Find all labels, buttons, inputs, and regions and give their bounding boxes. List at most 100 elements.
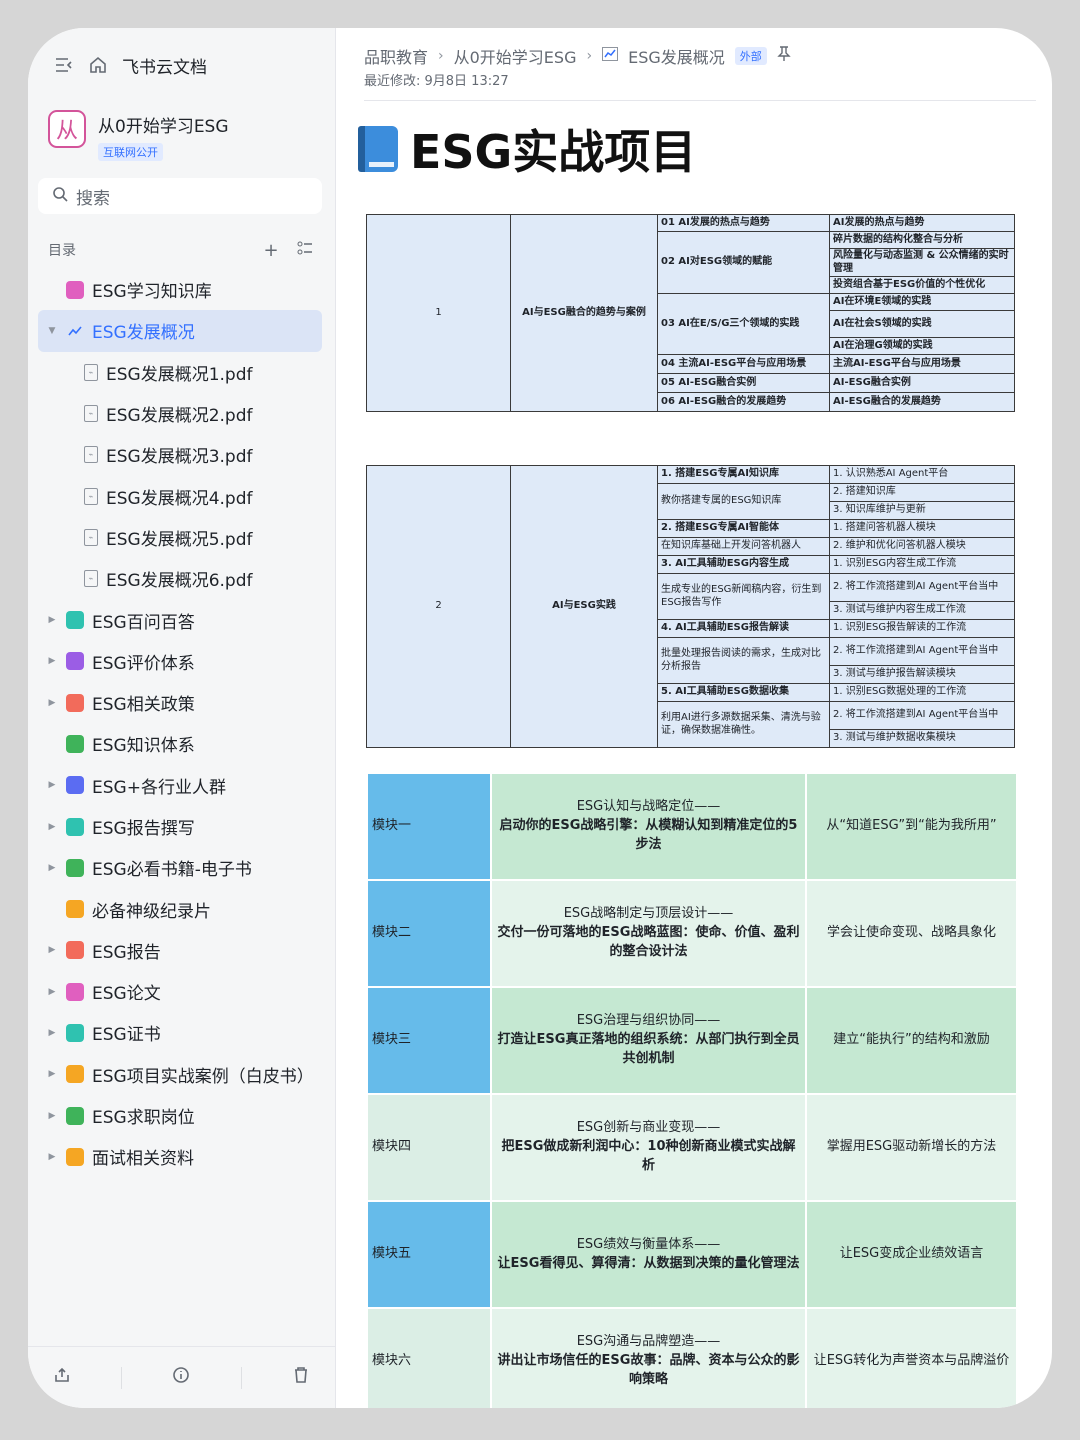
sidebar-item[interactable]: ▶ ESG百问百答	[38, 599, 322, 640]
module-name: 模块二	[366, 879, 492, 988]
topic-cell: AI-ESG融合实例	[829, 373, 1015, 393]
home-icon[interactable]	[88, 55, 108, 75]
doc-icon	[66, 776, 84, 795]
breadcrumb-current[interactable]: ESG发展概况	[628, 44, 725, 68]
chevron-right-icon[interactable]: ▶	[44, 1111, 60, 1121]
sidebar-item[interactable]: ▶ ESG项目实战案例（白皮书）	[38, 1054, 322, 1095]
sidebar-item-label: ESG发展概况	[92, 323, 195, 344]
sidebar-item-label: ESG发展概况5.pdf	[106, 529, 253, 550]
pdf-file-item[interactable]: ⌁ ESG发展概况2.pdf	[38, 393, 322, 434]
sidebar-item[interactable]: ▶ ESG证书	[38, 1012, 322, 1053]
topic-cell: 主流AI-ESG平台与应用场景	[829, 354, 1015, 374]
task-desc: 教你搭建专属的ESG知识库	[657, 483, 830, 520]
module-content: ESG创新与商业变现—— 把ESG做成新利润中心：10种创新商业模式实战解析	[490, 1093, 807, 1202]
task-desc: 在知识库基础上开发问答机器人	[657, 537, 830, 556]
chevron-right-icon[interactable]: ▶	[44, 863, 60, 873]
chevron-right-icon: ›	[438, 48, 444, 64]
chevron-right-icon[interactable]: ▶	[44, 698, 60, 708]
modules-table: 模块一 ESG认知与战略定位—— 启动你的ESG战略引擎：从模糊认知到精准定位的5步…	[366, 772, 1018, 1408]
module-name: 模块三	[366, 986, 492, 1095]
trash-icon[interactable]	[292, 1366, 310, 1389]
ai-esg-practice-table: 2 AI与ESG实践 1. 搭建ESG专属AI知识库 1. 认识熟悉AI Agent平…	[366, 465, 1015, 748]
chevron-right-icon[interactable]: ▶	[44, 780, 60, 790]
step-cell: 1. 识别ESG数据处理的工作流	[829, 683, 1015, 702]
module-goal: 建立“能执行”的结构和激励	[805, 986, 1018, 1095]
pdf-file-item[interactable]: ⌁ ESG发展概况6.pdf	[38, 558, 322, 599]
info-icon[interactable]	[172, 1366, 190, 1389]
module-name: 模块六	[366, 1307, 492, 1408]
module-content: ESG认知与战略定位—— 启动你的ESG战略引擎：从模糊认知到精准定位的5步法	[490, 772, 807, 881]
toc-header: 目录 +	[48, 238, 315, 262]
step-cell: 2. 维护和优化问答机器人模块	[829, 537, 1015, 556]
breadcrumb-item[interactable]: 品职教育	[364, 44, 428, 68]
sidebar-item[interactable]: 必备神级纪录片	[38, 888, 322, 929]
pin-icon[interactable]	[777, 46, 791, 66]
module-row: 模块二 ESG战略制定与顶层设计—— 交付一份可落地的ESG战略蓝图：使命、价值、盈…	[366, 879, 1018, 988]
module-headline: 交付一份可落地的ESG战略蓝图：使命、价值、盈利的整合设计法	[497, 925, 800, 959]
chevron-down-icon[interactable]: ▼	[44, 326, 60, 336]
pdf-file-item[interactable]: ⌁ ESG发展概况5.pdf	[38, 517, 322, 558]
sidebar-item[interactable]: ▶ ESG报告撰写	[38, 806, 322, 847]
sidebar-item-label: ESG项目实战案例（白皮书）	[92, 1066, 314, 1087]
module-row: 模块五 ESG绩效与衡量体系—— 让ESG看得见、算得清：从数据到决策的量化管理法让…	[366, 1200, 1018, 1309]
pdf-file-item[interactable]: ⌁ ESG发展概况1.pdf	[38, 352, 322, 393]
doc-icon	[66, 1023, 84, 1042]
sidebar-item[interactable]: ▶ 面试相关资料	[38, 1136, 322, 1177]
pdf-icon: ⌁	[84, 405, 98, 423]
workspace[interactable]: 从 从0开始学习ESG 互联网公开	[48, 110, 229, 161]
sidebar-item[interactable]: ESG学习知识库	[38, 269, 322, 310]
sidebar-item[interactable]: ▼ ESG发展概况	[38, 310, 322, 352]
search-input[interactable]: 搜索	[76, 184, 110, 209]
pdf-file-item[interactable]: ⌁ ESG发展概况4.pdf	[38, 475, 322, 516]
app-window: 飞书云文档 从 从0开始学习ESG 互联网公开 搜索 目录 + ESG学习知识库…	[28, 28, 1052, 1408]
sidebar-item[interactable]: ▶ ESG+各行业人群	[38, 765, 322, 806]
step-cell: 1. 搭建问答机器人模块	[829, 519, 1015, 538]
sidebar-item[interactable]: ▶ ESG报告	[38, 930, 322, 971]
chevron-right-icon[interactable]: ▶	[44, 945, 60, 955]
sidebar-item[interactable]: ▶ ESG论文	[38, 971, 322, 1012]
chapter-cell: 01 AI发展的热点与趋势	[657, 214, 830, 232]
chevron-right-icon[interactable]: ▶	[44, 615, 60, 625]
chevron-right-icon[interactable]: ▶	[44, 822, 60, 832]
sidebar-item[interactable]: ▶ ESG评价体系	[38, 641, 322, 682]
brand-name[interactable]: 飞书云文档	[122, 53, 207, 78]
doc-icon	[66, 982, 84, 1001]
pdf-icon: ⌁	[84, 570, 98, 588]
collapse-sidebar-icon[interactable]	[54, 55, 74, 75]
task-desc: 生成专业的ESG新闻稿内容，衍生到ESG报告写作	[657, 573, 830, 620]
sidebar-item[interactable]: ▶ ESG相关政策	[38, 682, 322, 723]
pdf-icon: ⌁	[84, 528, 98, 546]
step-cell: 3. 测试与维护内容生成工作流	[829, 601, 1015, 620]
search-box[interactable]: 搜索	[38, 178, 322, 214]
last-modified: 最近修改: 9月8日 13:27	[364, 74, 509, 89]
list-settings-icon[interactable]	[295, 240, 315, 261]
page-title: ESG实战项目	[410, 125, 697, 179]
task-title: 2. 搭建ESG专属AI智能体	[657, 519, 830, 538]
chevron-right-icon[interactable]: ▶	[44, 1152, 60, 1162]
breadcrumb-item[interactable]: 从0开始学习ESG	[454, 44, 577, 68]
ai-esg-trends-table: 1 AI与ESG融合的趋势与案例 01 AI发展的热点与趋势 AI发展的热点与趋势 02…	[366, 214, 1015, 412]
doc-icon	[66, 858, 84, 877]
chevron-right-icon[interactable]: ▶	[44, 656, 60, 666]
chevron-right-icon[interactable]: ▶	[44, 987, 60, 997]
sidebar-item[interactable]: ▶ ESG求职岗位	[38, 1095, 322, 1136]
share-icon[interactable]	[53, 1366, 71, 1389]
chevron-right-icon[interactable]: ▶	[44, 1069, 60, 1079]
module-row: 模块一 ESG认知与战略定位—— 启动你的ESG战略引擎：从模糊认知到精准定位的5步…	[366, 772, 1018, 881]
chevron-right-icon[interactable]: ▶	[44, 1028, 60, 1038]
topic-cell: 风险量化与动态监测 & 公众情绪的实时管理	[829, 248, 1015, 277]
doc-icon	[66, 900, 84, 919]
module-name: 模块五	[366, 1200, 492, 1309]
module-content: ESG沟通与品牌塑造—— 讲出让市场信任的ESG故事：品牌、资本与公众的影响策略	[490, 1307, 807, 1408]
doc-icon	[66, 693, 84, 712]
chevron-right-icon: ›	[586, 48, 593, 64]
topic-cell: 碎片数据的结构化整合与分析	[829, 231, 1015, 249]
sidebar-item[interactable]: ▶ ESG必看书籍-电子书	[38, 847, 322, 888]
section-number: 1	[366, 214, 511, 412]
chapter-cell: 03 AI在E/S/G三个领域的实践	[657, 293, 830, 355]
module-row: 模块四 ESG创新与商业变现—— 把ESG做成新利润中心：10种创新商业模式实战解析…	[366, 1093, 1018, 1202]
sidebar-item[interactable]: ESG知识体系	[38, 723, 322, 764]
add-icon[interactable]: +	[261, 240, 281, 261]
pdf-file-item[interactable]: ⌁ ESG发展概况3.pdf	[38, 434, 322, 475]
sidebar-item-label: ESG求职岗位	[92, 1108, 195, 1129]
